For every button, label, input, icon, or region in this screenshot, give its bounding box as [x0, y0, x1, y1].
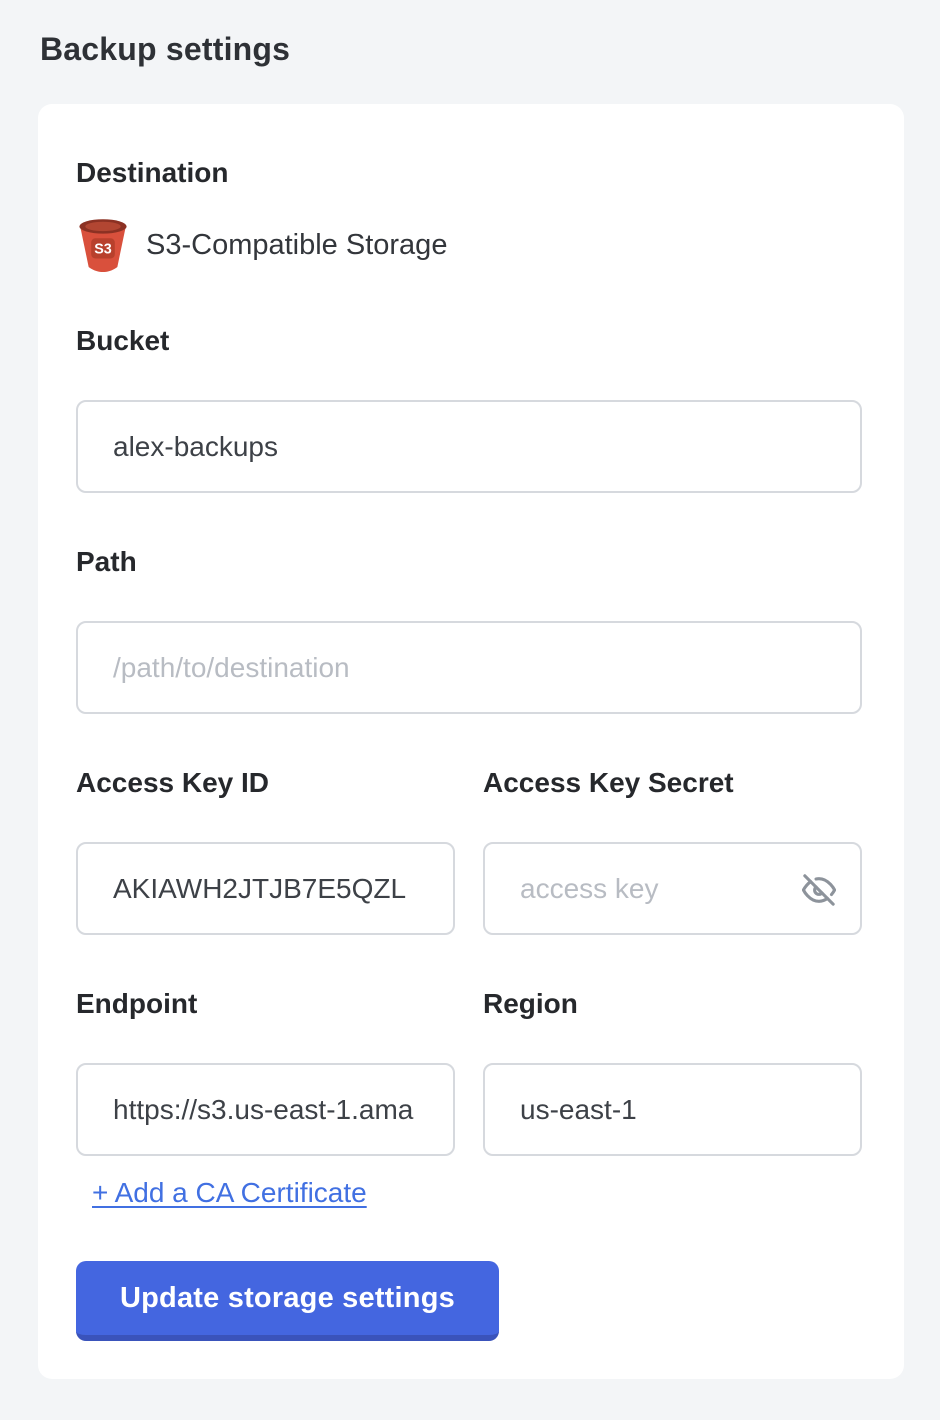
add-ca-certificate-link[interactable]: + Add a CA Certificate [92, 1176, 367, 1209]
backup-settings-page: Backup settings Destination S3 S3-Compat… [0, 0, 940, 1379]
path-input[interactable] [76, 621, 862, 714]
region-input[interactable] [483, 1063, 862, 1156]
access-key-secret-input-wrap [483, 842, 862, 935]
region-label: Region [483, 987, 862, 1021]
endpoint-region-row: Endpoint Region [76, 987, 862, 1156]
region-field: Region [483, 987, 862, 1156]
access-key-row: Access Key ID Access Key Secret [76, 766, 862, 935]
bucket-label: Bucket [76, 324, 862, 358]
destination-value: S3-Compatible Storage [146, 229, 447, 262]
access-key-id-field: Access Key ID [76, 766, 455, 935]
destination-label: Destination [76, 156, 862, 190]
update-storage-settings-button[interactable]: Update storage settings [76, 1261, 499, 1341]
access-key-id-label: Access Key ID [76, 766, 455, 800]
endpoint-input[interactable] [76, 1063, 455, 1156]
access-key-secret-field: Access Key Secret [483, 766, 862, 935]
s3-bucket-icon: S3 [76, 216, 130, 274]
endpoint-label: Endpoint [76, 987, 455, 1021]
access-key-id-input[interactable] [76, 842, 455, 935]
destination-value-row: S3 S3-Compatible Storage [76, 216, 862, 274]
access-key-secret-label: Access Key Secret [483, 766, 862, 800]
endpoint-field: Endpoint [76, 987, 455, 1156]
path-label: Path [76, 545, 862, 579]
eye-off-icon[interactable] [800, 871, 838, 909]
backup-settings-card: Destination S3 S3-Compatible Storage Buc… [38, 104, 904, 1379]
bucket-input[interactable] [76, 400, 862, 493]
svg-text:S3: S3 [94, 241, 112, 257]
page-title: Backup settings [40, 26, 904, 72]
